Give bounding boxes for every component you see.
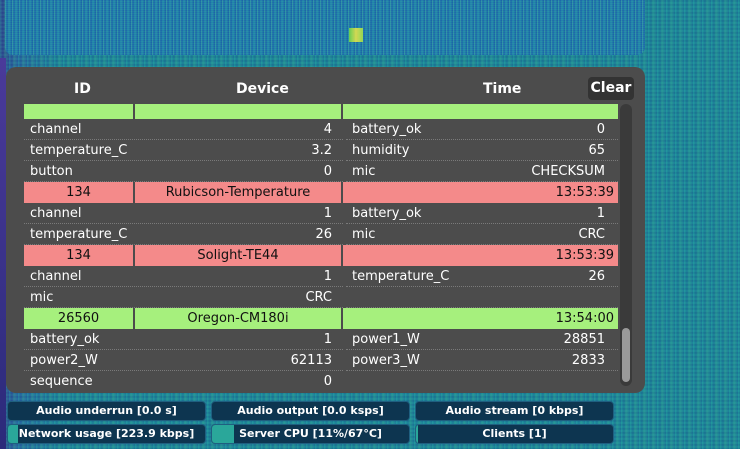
message-id: [24, 104, 133, 119]
header-time: Time: [483, 81, 522, 97]
message-field-row: temperature_C 26 mic CRC: [6, 224, 618, 245]
audio-output-status[interactable]: Audio output [0.0 ksps]: [211, 401, 410, 421]
audio-underrun-status[interactable]: Audio underrun [0.0 s]: [7, 401, 206, 421]
clients-status[interactable]: Clients [1]: [415, 424, 614, 444]
device-name: Oregon-CM180i: [135, 308, 341, 329]
message-field-row: button 0 mic CHECKSUM: [6, 161, 618, 182]
message-field-row: sequence 0: [6, 371, 618, 389]
message-header-row: [6, 104, 618, 119]
message-id: 134: [24, 245, 133, 266]
field-value: 1: [596, 206, 605, 221]
message-header-row: 26560 Oregon-CM180i 13:54:00: [6, 308, 618, 329]
field-value: 4: [323, 122, 332, 137]
audio-stream-status[interactable]: Audio stream [0 kbps]: [415, 401, 614, 421]
device-name: Rubicson-Temperature: [135, 182, 341, 203]
device-name: [135, 104, 341, 119]
message-field-row: temperature_C 3.2 humidity 65: [6, 140, 618, 161]
server-cpu-fill: [212, 425, 234, 443]
message-time: 13:53:39: [343, 245, 618, 266]
field-value: 0: [596, 122, 605, 137]
message-field-row: channel 1 temperature_C 26: [6, 266, 618, 287]
field-value: 3.2: [311, 143, 332, 158]
message-id: 134: [24, 182, 133, 203]
field-value: CRC: [305, 290, 332, 305]
field-value: CHECKSUM: [531, 164, 605, 179]
clients-fill: [416, 425, 418, 443]
field-value: 1: [323, 206, 332, 221]
table-header: ID Device Time Clear: [6, 67, 645, 104]
field-value: 0: [323, 164, 332, 179]
message-time: [343, 104, 618, 119]
audio-underrun-label: Audio underrun [0.0 s]: [36, 404, 177, 417]
audio-output-label: Audio output [0.0 ksps]: [237, 404, 384, 417]
field-value: 26: [315, 227, 332, 242]
clients-label: Clients [1]: [482, 427, 547, 440]
field-value: 1: [323, 269, 332, 284]
server-cpu-label: Server CPU [11%/67°C]: [239, 427, 382, 440]
field-value: [346, 287, 605, 308]
message-time: 13:53:39: [343, 182, 618, 203]
field-value: 28851: [563, 332, 605, 347]
scrollbar[interactable]: [620, 104, 632, 386]
decoder-panel: ID Device Time Clear channel 4 battery_ok 0…: [6, 67, 645, 393]
header-id: ID: [74, 81, 91, 97]
clear-button[interactable]: Clear: [588, 77, 634, 100]
signal-peak: [349, 28, 363, 42]
header-device: Device: [236, 81, 289, 97]
field-value: 0: [323, 374, 332, 389]
message-field-row: battery_ok 1 power1_W 28851: [6, 329, 618, 350]
field-value: 62113: [290, 353, 332, 368]
field-value: [346, 371, 605, 389]
message-field-row: mic CRC: [6, 287, 618, 308]
message-field-row: channel 4 battery_ok 0: [6, 119, 618, 140]
scrollbar-thumb[interactable]: [622, 328, 630, 382]
field-value: CRC: [578, 227, 605, 242]
message-header-row: 134 Solight-TE44 13:53:39: [6, 245, 618, 266]
audio-stream-label: Audio stream [0 kbps]: [445, 404, 584, 417]
message-field-row: power2_W 62113 power3_W 2833: [6, 350, 618, 371]
network-usage-status[interactable]: Network usage [223.9 kbps]: [7, 424, 206, 444]
network-usage-fill: [8, 425, 18, 443]
network-usage-label: Network usage [223.9 kbps]: [18, 427, 195, 440]
waterfall-display[interactable]: [5, 0, 645, 55]
field-value: 65: [588, 143, 605, 158]
message-time: 13:54:00: [343, 308, 618, 329]
field-value: 2833: [571, 353, 605, 368]
server-cpu-status[interactable]: Server CPU [11%/67°C]: [211, 424, 410, 444]
message-header-row: 134 Rubicson-Temperature 13:53:39: [6, 182, 618, 203]
message-field-row: channel 1 battery_ok 1: [6, 203, 618, 224]
field-value: 1: [323, 332, 332, 347]
message-list[interactable]: channel 4 battery_ok 0 temperature_C 3.2 humid…: [6, 104, 618, 389]
device-name: Solight-TE44: [135, 245, 341, 266]
field-value: 26: [588, 269, 605, 284]
message-id: 26560: [24, 308, 133, 329]
